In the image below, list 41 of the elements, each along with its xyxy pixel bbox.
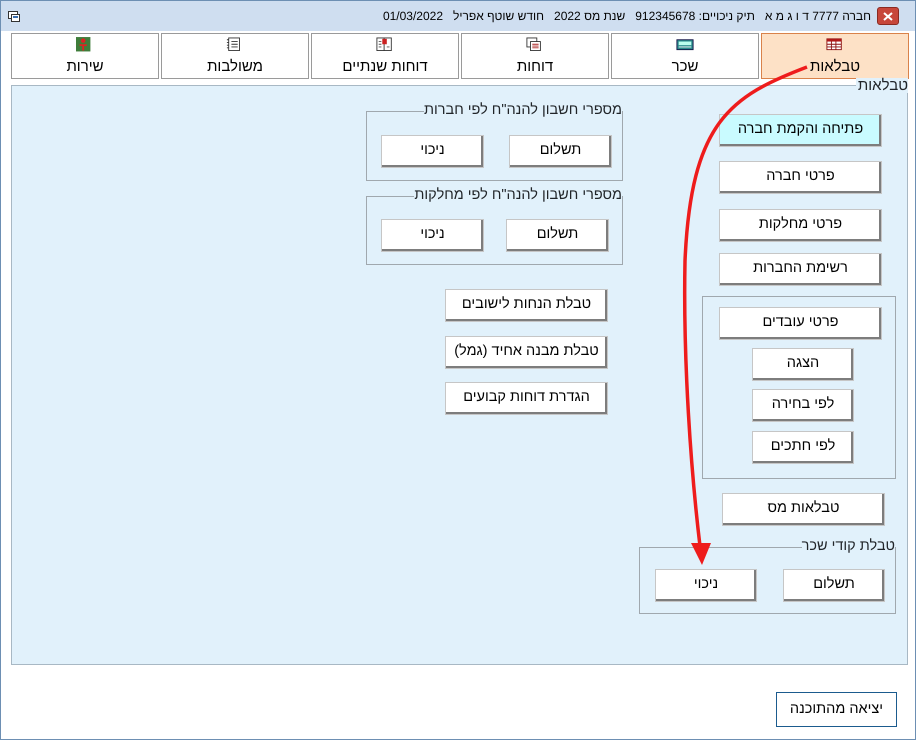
form-button[interactable]: תשלום — [509, 135, 612, 168]
form-button[interactable]: טבלאות מס — [722, 493, 885, 526]
form-button[interactable]: לפי בחירה — [752, 389, 854, 422]
form-button[interactable]: הגדרת דוחות קבועים — [445, 382, 608, 415]
close-icon — [883, 12, 893, 20]
form-button[interactable]: פרטי מחלקות — [719, 209, 882, 242]
tab[interactable]: דוחות שנתיים — [311, 33, 459, 79]
tab[interactable]: דוחות — [461, 33, 609, 79]
window-title: חודש שוטף אפריל — [453, 8, 544, 25]
group-title: טבלת קודי שכר — [802, 538, 895, 555]
calendar-icon — [376, 37, 394, 52]
exit-button[interactable]: יציאה מהתוכנה — [776, 692, 897, 727]
window-title: 01/03/2022 — [382, 8, 443, 25]
form-button[interactable]: ניכוי — [381, 135, 484, 168]
group-title: מספרי חשבון להנה"ח לפי מחלקות — [414, 187, 622, 204]
form-button[interactable]: הצגה — [752, 348, 854, 381]
form-button[interactable]: רשימת החברות — [719, 253, 882, 286]
form-button[interactable]: תשלום — [783, 569, 885, 602]
window-title: חברה 7777 ד ו ג מ א — [764, 8, 871, 25]
register-icon — [676, 37, 694, 52]
tab[interactable]: טבלאות — [761, 33, 909, 79]
app-icon — [8, 10, 20, 22]
panel-title: טבלאות — [856, 78, 908, 93]
form-button[interactable]: ניכוי — [655, 569, 757, 602]
tab[interactable]: משולבות — [161, 33, 309, 79]
tab[interactable]: שירות — [11, 33, 159, 79]
window-title: תיק ניכויים: 912345678 — [635, 8, 755, 25]
form-button[interactable]: לפי חתכים — [752, 431, 854, 464]
documents-icon — [526, 37, 544, 52]
group-title: מספרי חשבון להנה"ח לפי חברות — [424, 102, 622, 119]
close-button[interactable] — [877, 7, 899, 25]
table-icon — [826, 37, 844, 52]
form-button[interactable]: טבלת מבנה אחיד (גמל) — [445, 336, 608, 369]
form-button[interactable]: תשלום — [506, 219, 609, 252]
form-button[interactable]: ניכוי — [381, 219, 484, 252]
tab[interactable]: שכר — [611, 33, 759, 79]
form-button[interactable]: פרטי חברה — [719, 161, 882, 194]
window-title: שנת מס 2022 — [554, 8, 626, 25]
form-button[interactable]: טבלת הנחות לישובים — [445, 289, 608, 322]
form-button[interactable]: פתיחה והקמת חברה — [719, 114, 882, 147]
form-button[interactable]: פרטי עובדים — [719, 307, 882, 340]
